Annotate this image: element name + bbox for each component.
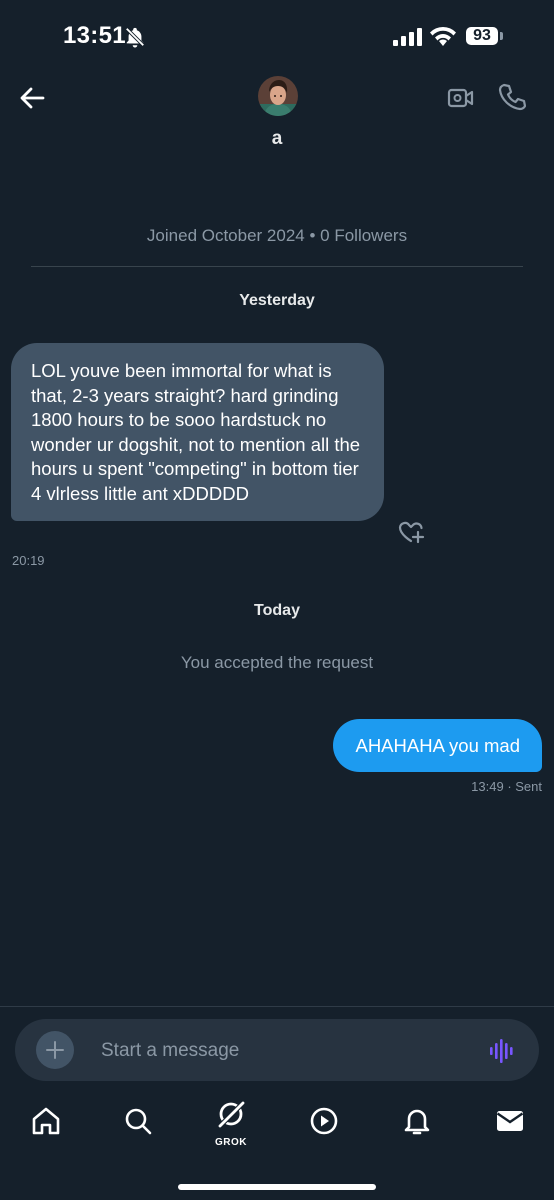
phone-icon[interactable] [498, 82, 526, 112]
request-accepted-note: You accepted the request [180, 653, 374, 672]
incoming-message-bubble[interactable]: LOL youve been immortal for what is that… [11, 343, 384, 521]
status-time: 13:51 [63, 22, 126, 49]
outgoing-message-meta: 13:49 · Sent [471, 779, 542, 794]
incoming-message-time: 20:19 [12, 553, 45, 568]
contact-name[interactable]: a [0, 128, 554, 150]
video-camera-icon[interactable] [447, 85, 475, 111]
bell-off-icon [125, 27, 145, 48]
battery-indicator: 93 [466, 27, 498, 45]
bottom-nav [0, 1095, 554, 1155]
message-input[interactable] [99, 1033, 463, 1069]
add-attachment-button[interactable] [36, 1031, 74, 1069]
avatar[interactable] [258, 76, 298, 116]
day-label-yesterday: Yesterday [239, 292, 315, 309]
battery-nub [500, 32, 503, 40]
bell-icon[interactable] [401, 1105, 433, 1137]
signal-icon [393, 28, 422, 46]
play-icon[interactable] [308, 1105, 340, 1137]
heart-plus-icon[interactable] [397, 519, 425, 545]
outgoing-message-status: · Sent [507, 779, 542, 794]
message-composer [15, 1019, 539, 1081]
divider [31, 266, 523, 267]
voice-wave-icon[interactable] [489, 1038, 517, 1064]
plus-icon [46, 1041, 64, 1059]
status-bar: 13:51 93 [0, 0, 554, 74]
profile-meta: Joined October 2024 • 0 Followers [146, 226, 408, 245]
home-indicator [178, 1184, 376, 1190]
home-icon[interactable] [30, 1105, 62, 1137]
composer-divider [0, 1006, 554, 1007]
day-label-today: Today [254, 602, 300, 619]
grok-icon[interactable] [215, 1099, 247, 1131]
search-icon[interactable] [122, 1105, 154, 1137]
back-arrow-icon[interactable] [18, 84, 46, 112]
wifi-icon [430, 26, 456, 46]
outgoing-message-bubble[interactable]: AHAHAHA you mad [333, 719, 542, 772]
outgoing-message-time: 13:49 [471, 779, 504, 794]
grok-label: GROK [215, 1137, 247, 1148]
mail-icon[interactable] [494, 1105, 526, 1137]
